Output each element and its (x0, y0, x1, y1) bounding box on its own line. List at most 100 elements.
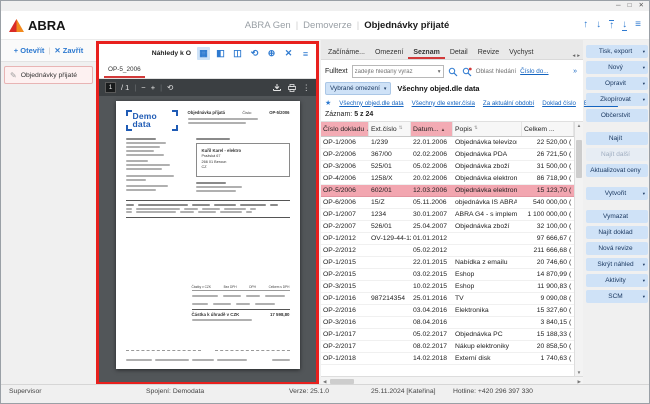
column-header[interactable]: Ext.číslo⇅ (369, 122, 411, 136)
table-row[interactable]: OP-1/201522.01.2015Nabídka z emailu20 74… (321, 257, 574, 269)
move-last-icon[interactable]: ↓ (622, 20, 627, 31)
scrollbar-thumb[interactable] (576, 140, 582, 178)
quick-link[interactable]: Všechny objed.dle data (339, 100, 403, 107)
quick-link[interactable]: Doklad číslo (542, 100, 576, 107)
tab-4[interactable]: Detail (445, 45, 473, 59)
sidebar-button[interactable]: Vymazat (586, 210, 648, 223)
table-row[interactable]: OP-6/200615/Z05.11.2006objednávka IS ABR… (321, 197, 574, 209)
column-header[interactable]: Datum...▲ (411, 122, 453, 136)
scroll-up-icon[interactable]: ▲ (575, 123, 583, 128)
sidebar-button[interactable]: Skrýt náhled▾ (586, 258, 648, 271)
search-area-link[interactable]: Číslo do... (520, 68, 548, 75)
table-row[interactable]: OP-2/201503.02.2015Eshop14 870,99( (321, 269, 574, 281)
search-next-icon[interactable] (462, 67, 472, 77)
favorite-star-icon[interactable]: ★ (325, 99, 331, 107)
preview-title: Náhledy k O (152, 50, 191, 57)
sidebar-button[interactable]: Aktivity▾ (586, 274, 648, 287)
globe-icon[interactable]: ⊕ (265, 47, 278, 60)
close-agenda-button[interactable]: ✕ Zavřít (54, 46, 83, 55)
menu-icon[interactable]: ≡ (635, 20, 641, 30)
sidebar-button[interactable]: Nová revize (586, 242, 648, 255)
rotate-icon[interactable]: ⟲ (248, 47, 261, 60)
status-version: Verze: 25.1.0 (289, 388, 329, 395)
fulltext-input[interactable] (353, 69, 438, 75)
table-row[interactable]: OP-3/201510.02.2015Eshop11 900,83( (321, 281, 574, 293)
zoom-in-button[interactable]: + (151, 83, 155, 92)
sidebar-button[interactable]: Zkopírovat▾ (586, 93, 648, 106)
cell: 22.01.2015 (411, 259, 453, 266)
sidebar-button[interactable]: SCM▾ (586, 290, 648, 303)
split-left-icon[interactable]: ◧ (214, 47, 227, 60)
table-row[interactable]: OP-1/201698721435425.01.2016TV9 090,08( (321, 293, 574, 305)
column-header[interactable]: Číslo dokladu▲ (321, 122, 369, 136)
more-options-icon[interactable]: ⋮ (303, 83, 311, 92)
table-row[interactable]: OP-2/2006367/0002.02.2006Objednávka PDA2… (321, 149, 574, 161)
vertical-scrollbar[interactable]: ▲ ▼ (574, 122, 583, 376)
rotate-page-icon[interactable]: ⟲ (167, 83, 173, 92)
table-row[interactable]: OP-1/201814.02.2018Externí disk1 740,63( (321, 353, 574, 365)
tab-5[interactable]: Revize (473, 45, 504, 59)
table-row[interactable]: OP-1/2007123430.01.2007ABRA G4 - s imple… (321, 209, 574, 221)
print-icon[interactable] (288, 84, 296, 92)
scroll-down-icon[interactable]: ▼ (575, 370, 583, 375)
sidebar-button[interactable]: Najít doklad (586, 226, 648, 239)
move-up-icon[interactable]: ↑ (583, 20, 588, 30)
restriction-dropdown[interactable]: Vybrané omezení ▾ (325, 82, 391, 95)
sidebar-button[interactable]: Občerstvit (586, 109, 648, 122)
tab-prev-icon[interactable]: ◂ (572, 53, 575, 59)
tab-next-icon[interactable]: ▸ (577, 53, 580, 59)
sidebar-button[interactable]: Tisk, export▾ (586, 45, 648, 58)
open-agendas-panel: + Otevřít | ✕ Zavřít ✎ Objednávky přijat… (1, 40, 96, 386)
table-row[interactable]: OP-1/2012OV-129-44-1201.01.201297 666,67… (321, 233, 574, 245)
move-first-icon[interactable]: ↑ (609, 20, 614, 31)
agenda-list-item[interactable]: ✎ Objednávky přijaté (4, 66, 93, 84)
sidebar-button[interactable]: Najít (586, 132, 648, 145)
cell: 12.03.2006 (411, 187, 453, 194)
minimize-button[interactable]: ─ (616, 2, 621, 10)
zoom-out-button[interactable]: − (141, 83, 145, 92)
table-row[interactable]: OP-2/201603.04.2016Elektronika15 327,60( (321, 305, 574, 317)
quick-links-row: ★ Všechny objed.dle data Všechny dle exte… (321, 97, 583, 109)
preview-document-tab[interactable]: OP-5_2006 (104, 63, 145, 78)
table-row[interactable]: OP-3/201608.04.20163 840,15( (321, 317, 574, 329)
open-label: Otevřít (20, 46, 44, 55)
move-down-icon[interactable]: ↓ (596, 20, 601, 30)
column-header[interactable]: Popis⇅ (453, 122, 522, 136)
maximize-button[interactable]: □ (628, 2, 632, 10)
table-row[interactable]: OP-5/2006602/0112.03.2006Objednávka elek… (321, 185, 574, 197)
table-row[interactable]: OP-4/20061258/X20.02.2006Objednávka elek… (321, 173, 574, 185)
sidebar-button-label: Nový (608, 64, 623, 71)
close-button[interactable]: ✕ (639, 2, 644, 10)
document-page: Demo data Objednávka přijatá Číslo: OP-5… (116, 101, 300, 369)
table-row[interactable]: OP-3/2006525/0105.02.2006Objednávka zbož… (321, 161, 574, 173)
cell: OP-2/2015 (321, 271, 369, 278)
sidebar-button[interactable]: Aktualizovat ceny (586, 164, 648, 177)
table-row[interactable]: OP-1/20061/23922.01.2006Objednávka telev… (321, 137, 574, 149)
sidebar-button[interactable]: Opravit▾ (586, 77, 648, 90)
open-agenda-button[interactable]: + Otevřít (14, 46, 45, 55)
quick-link[interactable]: Za aktuální období (483, 100, 534, 107)
search-icon[interactable] (448, 67, 458, 77)
table-row[interactable]: OP-1/201705.02.2017Objednávka PC15 188,3… (321, 329, 574, 341)
page-number-input[interactable]: 1 (105, 82, 116, 93)
quick-link[interactable]: Všechny dle exter.čísla (412, 100, 475, 107)
cell: OP-2/2012 (321, 247, 369, 254)
more-link[interactable]: » (573, 68, 579, 75)
menu-icon[interactable]: ≡ (299, 47, 312, 60)
tab-2[interactable]: Omezení (370, 45, 408, 59)
column-header[interactable]: Celkem ... (522, 122, 574, 136)
sidebar-button[interactable]: Vytvořit▾ (586, 187, 648, 200)
amount-due-value: 17 598,80 (270, 312, 290, 318)
tab-3[interactable]: Seznam (408, 45, 444, 59)
table-row[interactable]: OP-2/201205.02.2012211 666,68( (321, 245, 574, 257)
tab-6[interactable]: Vychyst (504, 45, 538, 59)
chevron-down-icon[interactable]: ▾ (438, 69, 443, 75)
close-icon[interactable]: ✕ (282, 47, 295, 60)
split-columns-icon[interactable]: ◫ (231, 47, 244, 60)
tab-1[interactable]: Začínáme... (323, 45, 370, 59)
sidebar-button[interactable]: Nový▾ (586, 61, 648, 74)
download-icon[interactable] (273, 84, 281, 92)
image-preview-icon[interactable]: ▦ (197, 47, 210, 60)
table-row[interactable]: OP-2/201708.02.2017Nákup elektroniky20 8… (321, 341, 574, 353)
table-row[interactable]: OP-2/2007526/0125.04.2007Objednávka zbož… (321, 221, 574, 233)
